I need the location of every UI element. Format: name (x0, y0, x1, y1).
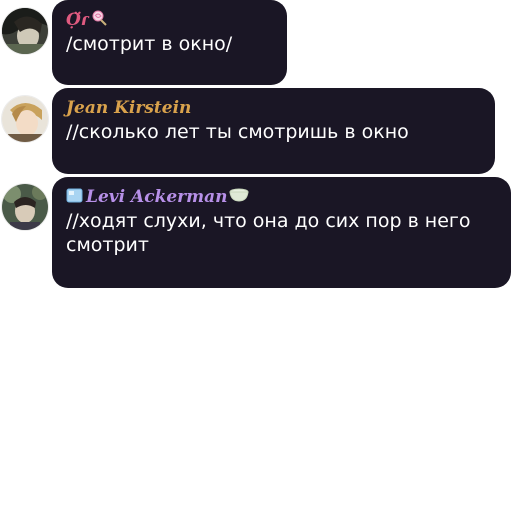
message-1-author[interactable]: Ọ̈ɾ (66, 10, 273, 30)
avatar-user-2[interactable] (2, 96, 48, 142)
message-2-author[interactable]: Jean Kirstein (66, 98, 481, 118)
message-bubble-2[interactable]: Jean Kirstein //сколько лет ты смотришь … (52, 88, 495, 174)
message-2-author-name[interactable]: Jean Kirstein (66, 99, 191, 117)
message-3-text: //ходят слухи, что она до сих пор в него… (66, 210, 477, 256)
message-3-author[interactable]: Levi Ackerman (66, 187, 497, 207)
tea-bowl-icon (229, 187, 250, 207)
message-1-text: /смотрит в окно/ (66, 33, 233, 55)
message-bubble-3[interactable]: Levi Ackerman //ходят слухи, что она до … (52, 177, 511, 288)
message-2-text: //сколько лет ты смотришь в окно (66, 121, 409, 143)
ice-cube-icon (66, 187, 84, 207)
message-3-author-name[interactable]: Levi Ackerman (86, 188, 227, 206)
avatar-3-image (2, 184, 48, 230)
message-1-author-name[interactable]: Ọ̈ɾ (66, 11, 89, 29)
message-bubble-1[interactable]: Ọ̈ɾ /смотрит в окно/ (52, 0, 287, 85)
lollipop-icon (91, 10, 107, 30)
avatar-user-3[interactable] (2, 184, 48, 230)
avatar-2-image (2, 96, 48, 142)
avatar-1-image (2, 8, 48, 54)
avatar-user-1[interactable] (2, 8, 48, 54)
